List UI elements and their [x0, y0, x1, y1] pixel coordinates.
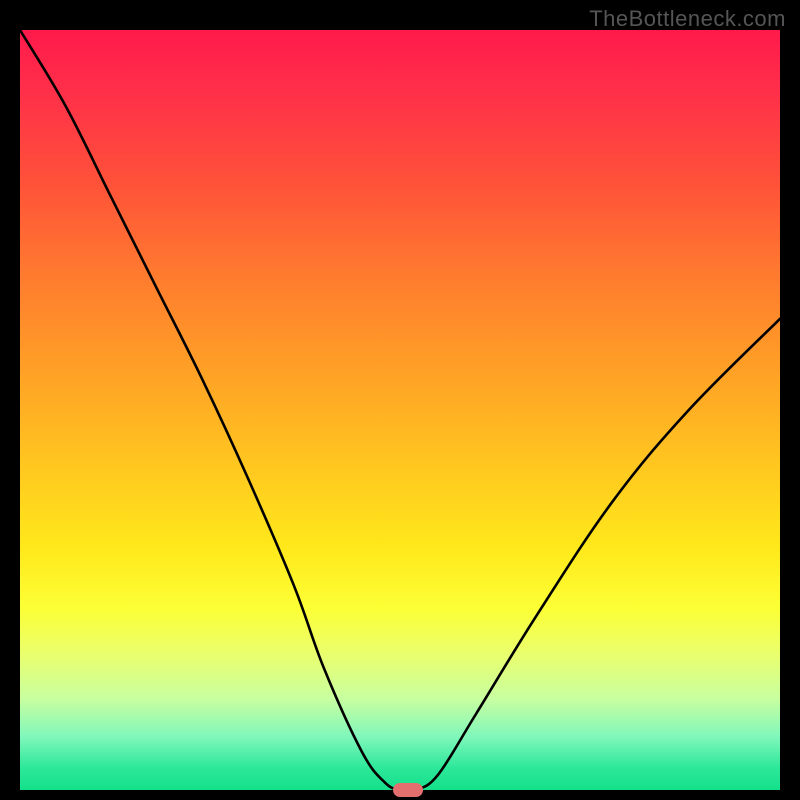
plot-area	[20, 30, 780, 790]
optimum-marker	[393, 783, 423, 797]
chart-frame: TheBottleneck.com	[0, 0, 800, 800]
watermark-text: TheBottleneck.com	[589, 6, 786, 32]
bottleneck-curve	[20, 30, 780, 792]
curve-svg	[20, 30, 780, 790]
